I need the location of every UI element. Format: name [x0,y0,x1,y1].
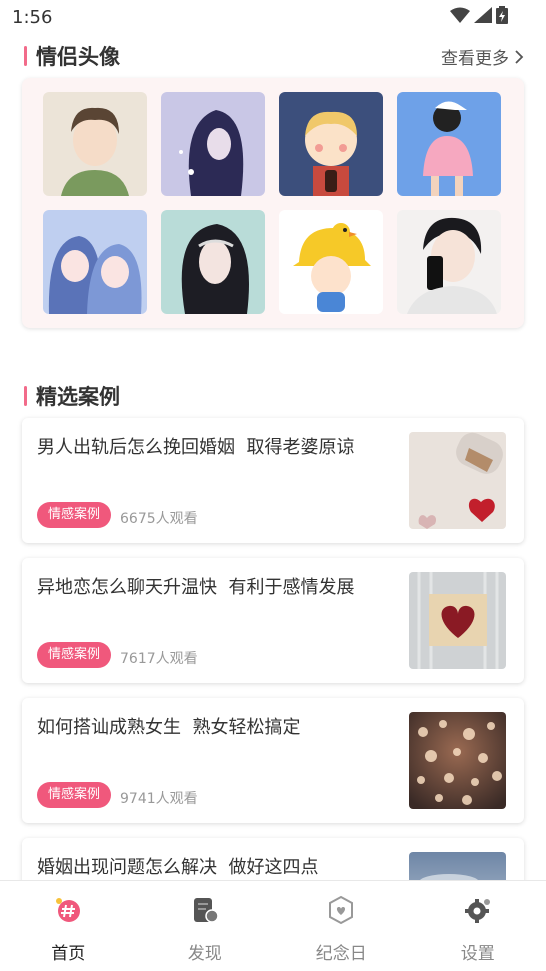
case-view-count: 7617人观看 [120,651,198,667]
nav-settings-label: 设置 [460,944,495,964]
section-accent-bar [24,46,27,66]
battery-icon [496,6,508,24]
case-thumbnail [409,432,506,529]
case-card[interactable]: 异地恋怎么聊天升温快 有利于感情发展 情感案例 7617人观看 [22,558,524,683]
avatar-thumbnail[interactable] [397,210,501,314]
wifi-icon [450,7,470,23]
settings-gear-icon [464,899,490,923]
avatar-thumbnail[interactable] [161,210,265,314]
case-tag-badge: 情感案例 [37,782,112,808]
section-accent-bar [24,386,27,406]
anniversary-heart-shield-icon [329,895,354,925]
nav-anniversary[interactable]: 纪念日 [273,881,410,971]
nav-home-label: 首页 [51,944,86,964]
case-title: 如何搭讪成熟女生 熟女轻松搞定 [37,717,301,738]
avatar-thumbnail[interactable] [43,92,147,196]
discover-icon [193,898,219,923]
view-more-label: 查看更多 [441,49,509,69]
avatar-grid-card [22,78,524,328]
case-card[interactable]: 男人出轨后怎么挽回婚姻 取得老婆原谅 情感案例 6675人观看 [22,418,524,543]
status-time: 1:56 [12,7,53,28]
nav-settings[interactable]: 设置 [410,881,546,971]
avatar-thumbnail[interactable] [397,92,501,196]
avatar-thumbnail[interactable] [161,92,265,196]
avatar-thumbnail[interactable] [279,92,383,196]
case-view-count: 9741人观看 [120,791,198,807]
case-title: 男人出轨后怎么挽回婚姻 取得老婆原谅 [37,437,355,458]
cases-section-title: 精选案例 [36,385,120,409]
avatar-thumbnail[interactable] [43,210,147,314]
nav-home[interactable]: 首页 [0,881,137,971]
nav-anniversary-label: 纪念日 [315,944,367,964]
avatars-section-header: 情侣头像 [24,41,120,71]
nav-discover[interactable]: 发现 [137,881,274,971]
status-icons [450,6,508,24]
home-hash-icon [56,898,81,922]
nav-discover-label: 发现 [187,944,222,964]
status-bar: 1:56 [0,0,546,34]
case-card[interactable]: 如何搭讪成熟女生 熟女轻松搞定 情感案例 9741人观看 [22,698,524,823]
view-more-link[interactable]: 查看更多 [441,44,524,69]
case-view-count: 6675人观看 [120,511,198,527]
chevron-right-icon [515,49,524,64]
cases-section-header: 精选案例 [24,381,120,411]
case-title: 婚姻出现问题怎么解决 做好这四点 [37,857,319,878]
case-tag-badge: 情感案例 [37,502,112,528]
avatars-section-title: 情侣头像 [36,45,120,69]
cellular-signal-icon [474,7,492,23]
case-title: 异地恋怎么聊天升温快 有利于感情发展 [37,577,355,598]
case-tag-badge: 情感案例 [37,642,112,668]
case-thumbnail [409,572,506,669]
bottom-nav: 首页 发现 纪念日 设置 [0,880,546,971]
avatar-thumbnail[interactable] [279,210,383,314]
case-thumbnail [409,712,506,809]
